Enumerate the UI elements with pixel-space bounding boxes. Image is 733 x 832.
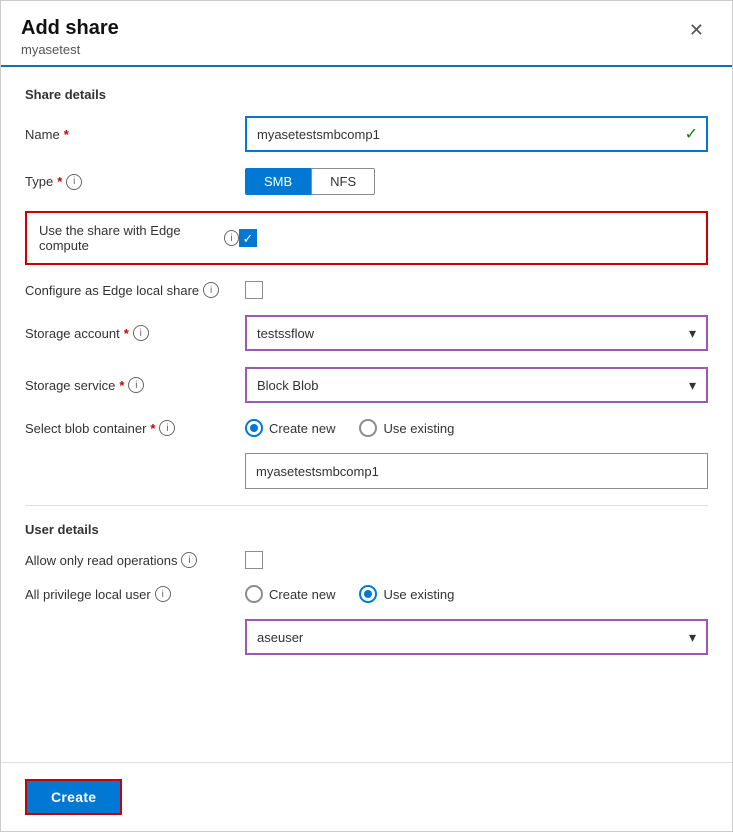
- dialog-body: Share details Name * ✓ Type * i: [1, 67, 732, 762]
- storage-account-label: Storage account * i: [25, 325, 245, 341]
- section-divider: [25, 505, 708, 506]
- blob-container-info-icon: i: [159, 420, 175, 436]
- name-control: ✓: [245, 116, 708, 152]
- privilege-user-info-icon: i: [155, 586, 171, 602]
- storage-service-row: Storage service * i Block Blob ▾: [25, 367, 708, 403]
- type-control: SMB NFS: [245, 168, 708, 195]
- use-existing-option[interactable]: Use existing: [359, 419, 454, 437]
- use-existing-label: Use existing: [383, 421, 454, 436]
- allow-read-checkbox[interactable]: [245, 551, 263, 569]
- name-row: Name * ✓: [25, 116, 708, 152]
- storage-account-dropdown[interactable]: testssflow ▾: [245, 315, 708, 351]
- user-dropdown-row: aseuser ▾: [25, 619, 708, 655]
- nfs-toggle-button[interactable]: NFS: [311, 168, 375, 195]
- privilege-user-row: All privilege local user i Create new Us…: [25, 585, 708, 603]
- privilege-use-existing-radio[interactable]: [359, 585, 377, 603]
- configure-control: [245, 281, 708, 299]
- blob-container-control: Create new Use existing: [245, 419, 708, 437]
- user-details-section: User details: [25, 522, 708, 537]
- blob-container-label: Select blob container * i: [25, 420, 245, 436]
- type-info-icon: i: [66, 174, 82, 190]
- configure-label: Configure as Edge local share i: [25, 282, 245, 298]
- name-label: Name *: [25, 127, 245, 142]
- storage-account-required: *: [124, 326, 129, 341]
- name-input[interactable]: [245, 116, 708, 152]
- privilege-user-label: All privilege local user i: [25, 586, 245, 602]
- allow-read-info-icon: i: [181, 552, 197, 568]
- name-input-wrapper: ✓: [245, 116, 708, 152]
- close-button[interactable]: ✕: [681, 17, 712, 43]
- share-details-section: Share details: [25, 87, 708, 102]
- storage-service-label: Storage service * i: [25, 377, 245, 393]
- storage-service-chevron-icon: ▾: [689, 377, 696, 394]
- storage-account-chevron-icon: ▾: [689, 325, 696, 342]
- blob-container-radio-group: Create new Use existing: [245, 419, 708, 437]
- configure-checkbox[interactable]: [245, 281, 263, 299]
- container-name-input[interactable]: [245, 453, 708, 489]
- dialog-subtitle: myasetest: [21, 42, 119, 57]
- allow-read-row: Allow only read operations i: [25, 551, 708, 569]
- privilege-radio-group: Create new Use existing: [245, 585, 708, 603]
- allow-read-label: Allow only read operations i: [25, 552, 245, 568]
- edge-compute-row: Use the share with Edge compute i ✓: [25, 211, 708, 265]
- dialog-title: Add share: [21, 17, 119, 40]
- create-new-option[interactable]: Create new: [245, 419, 335, 437]
- edge-compute-label: Use the share with Edge compute i: [39, 223, 239, 253]
- smb-toggle-button[interactable]: SMB: [245, 168, 311, 195]
- blob-container-row: Select blob container * i Create new Use…: [25, 419, 708, 437]
- edge-compute-info-icon: i: [224, 230, 239, 246]
- privilege-use-existing-label: Use existing: [383, 587, 454, 602]
- add-share-dialog: Add share myasetest ✕ Share details Name…: [0, 0, 733, 832]
- edge-compute-checkbox[interactable]: ✓: [239, 229, 257, 247]
- privilege-create-new-radio[interactable]: [245, 585, 263, 603]
- user-dropdown-chevron-icon: ▾: [689, 629, 696, 646]
- edge-compute-check-mark: ✓: [243, 232, 254, 245]
- container-name-control: [245, 453, 708, 489]
- create-new-label: Create new: [269, 421, 335, 436]
- type-required: *: [57, 174, 62, 189]
- name-check-icon: ✓: [685, 124, 698, 144]
- privilege-create-new-option[interactable]: Create new: [245, 585, 335, 603]
- privilege-user-control: Create new Use existing: [245, 585, 708, 603]
- blob-container-required: *: [150, 421, 155, 436]
- allow-read-control: [245, 551, 708, 569]
- storage-service-info-icon: i: [128, 377, 144, 393]
- use-existing-radio[interactable]: [359, 419, 377, 437]
- dialog-footer: Create: [1, 762, 732, 831]
- user-dropdown[interactable]: aseuser ▾: [245, 619, 708, 655]
- storage-service-control: Block Blob ▾: [245, 367, 708, 403]
- type-label: Type * i: [25, 174, 245, 190]
- configure-info-icon: i: [203, 282, 219, 298]
- create-new-radio[interactable]: [245, 419, 263, 437]
- name-required: *: [64, 127, 69, 142]
- edge-compute-control: ✓: [239, 229, 694, 247]
- create-button[interactable]: Create: [25, 779, 122, 815]
- storage-account-info-icon: i: [133, 325, 149, 341]
- privilege-create-new-label: Create new: [269, 587, 335, 602]
- storage-service-required: *: [119, 378, 124, 393]
- storage-account-row: Storage account * i testssflow ▾: [25, 315, 708, 351]
- edge-compute-checkbox-wrapper: ✓: [239, 229, 694, 247]
- container-name-row: [25, 453, 708, 489]
- user-dropdown-control: aseuser ▾: [245, 619, 708, 655]
- privilege-use-existing-option[interactable]: Use existing: [359, 585, 454, 603]
- dialog-header: Add share myasetest ✕: [1, 1, 732, 67]
- configure-row: Configure as Edge local share i: [25, 281, 708, 299]
- storage-account-value: testssflow: [257, 326, 314, 341]
- configure-checkbox-wrapper: [245, 281, 708, 299]
- user-dropdown-value: aseuser: [257, 630, 303, 645]
- header-left: Add share myasetest: [21, 17, 119, 65]
- storage-service-dropdown[interactable]: Block Blob ▾: [245, 367, 708, 403]
- type-toggle-group: SMB NFS: [245, 168, 708, 195]
- storage-account-control: testssflow ▾: [245, 315, 708, 351]
- type-row: Type * i SMB NFS: [25, 168, 708, 195]
- storage-service-value: Block Blob: [257, 378, 318, 393]
